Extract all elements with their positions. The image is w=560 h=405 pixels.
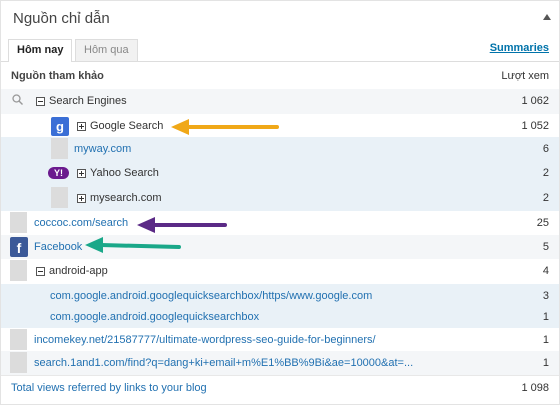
table-row-search-engines[interactable]: Search Engines 1 062 [1,89,559,114]
tab-bar: Hôm nay Hôm qua Summaries [1,37,559,62]
favicon-placeholder [10,212,27,233]
column-header: Nguồn tham khảo Lượt xem [1,62,559,90]
table-row-facebook[interactable]: f Facebook 5 [1,235,559,260]
row-count: 6 [542,143,549,155]
collapse-icon[interactable] [36,267,45,276]
column-views: Lượt xem [501,70,549,82]
row-label: mysearch.com [90,192,162,204]
favicon-placeholder [51,187,68,208]
row-count: 3 [542,290,549,302]
favicon-placeholder [10,260,27,281]
tab-yesterday[interactable]: Hôm qua [75,39,138,61]
table-row-coccoc[interactable]: coccoc.com/search 25 [1,211,559,236]
favicon-placeholder [10,329,27,350]
expand-icon[interactable] [77,169,86,178]
row-count: 1 [542,334,549,346]
table-row-search-1and1[interactable]: search.1and1.com/find?q=dang+ki+email+m%… [1,351,559,376]
row-link[interactable]: search.1and1.com/find?q=dang+ki+email+m%… [34,357,413,369]
row-link[interactable]: coccoc.com/search [34,217,128,229]
table-row-android-google-2[interactable]: com.google.android.googlequicksearchbox … [1,305,559,330]
total-row: Total views referred by links to your bl… [1,375,559,401]
summaries-link[interactable]: Summaries [490,42,549,54]
google-icon: g [51,117,69,136]
table-row-myway[interactable]: myway.com 6 [1,137,559,162]
row-count: 2 [542,192,549,204]
yahoo-icon: Y! [48,167,69,179]
row-label: android-app [49,265,108,277]
favicon-placeholder [10,352,27,373]
collapse-toggle-icon[interactable] [543,14,551,20]
row-label: Google Search [90,120,164,132]
row-link[interactable]: com.google.android.googlequicksearchbox [50,311,259,323]
row-link[interactable]: com.google.android.googlequicksearchbox/… [50,290,372,302]
facebook-icon: f [10,237,28,257]
table-row-google[interactable]: g Google Search 1 052 [1,114,559,139]
row-count: 1 [542,311,549,323]
row-count: 1 052 [521,120,549,132]
row-count: 2 [542,167,549,179]
row-count: 25 [536,217,549,229]
search-icon [12,94,23,105]
row-link[interactable]: Facebook [34,241,82,253]
row-count: 1 [542,357,549,369]
row-label: Yahoo Search [90,167,159,179]
row-link[interactable]: myway.com [74,143,131,155]
expand-icon[interactable] [77,194,86,203]
table-row-incomekey[interactable]: incomekey.net/21587777/ultimate-wordpres… [1,328,559,353]
table-row-android-app[interactable]: android-app 4 [1,259,559,284]
referrers-widget: Nguồn chỉ dẫn Hôm nay Hôm qua Summaries … [0,0,560,405]
total-label-link[interactable]: Total views referred by links to your bl… [11,382,207,394]
column-source: Nguồn tham khảo [11,70,104,82]
collapse-icon[interactable] [36,97,45,106]
row-count: 1 062 [521,95,549,107]
expand-icon[interactable] [77,122,86,131]
row-label: Search Engines [49,95,127,107]
row-link[interactable]: incomekey.net/21587777/ultimate-wordpres… [34,334,376,346]
widget-header: Nguồn chỉ dẫn [1,1,559,37]
widget-title: Nguồn chỉ dẫn [13,10,110,27]
tab-today[interactable]: Hôm nay [8,39,73,62]
row-count: 4 [542,265,549,277]
favicon-placeholder [51,138,68,159]
total-count: 1 098 [521,382,549,394]
row-count: 5 [542,241,549,253]
table-row-yahoo[interactable]: Y! Yahoo Search 2 [1,161,559,186]
table-row-mysearch[interactable]: mysearch.com 2 [1,186,559,211]
